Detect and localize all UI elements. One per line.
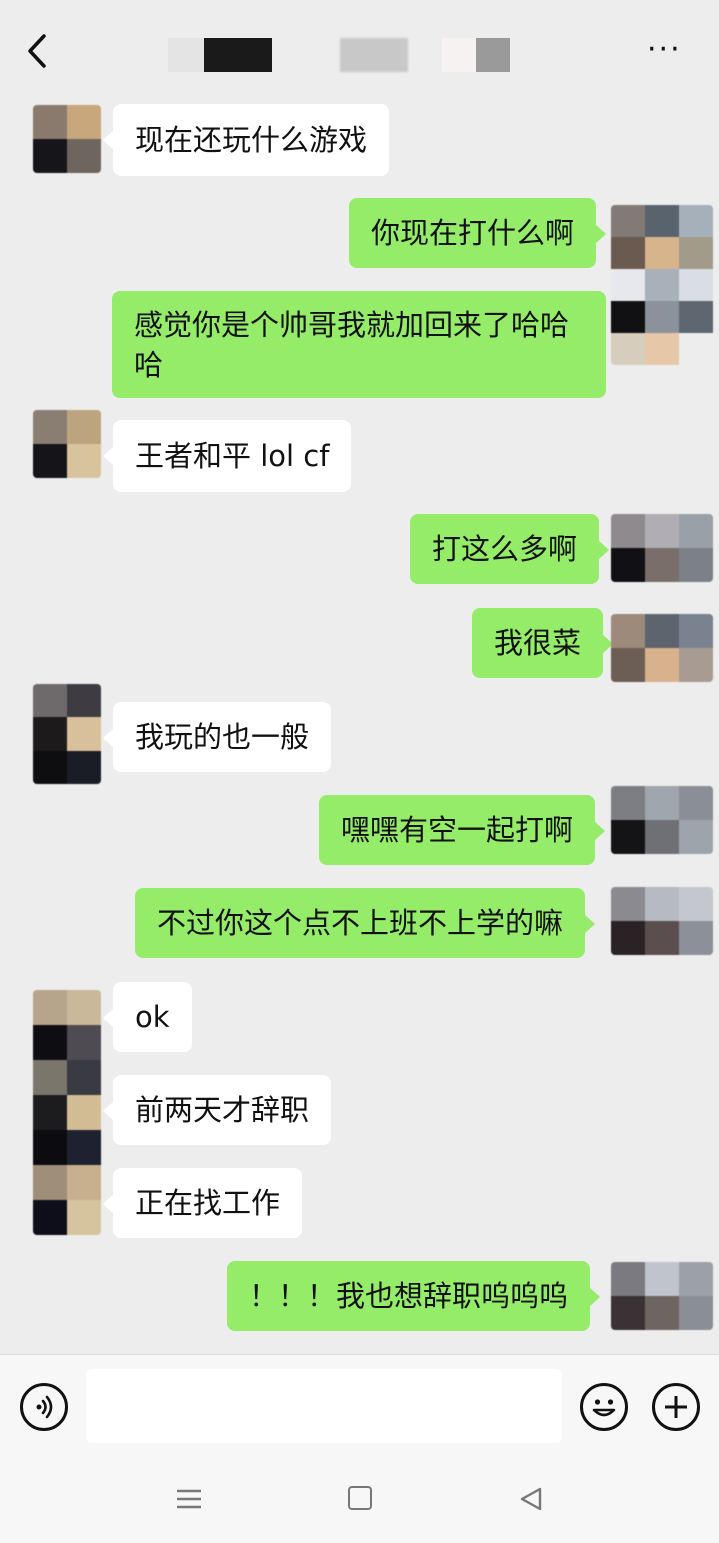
avatar[interactable] — [611, 614, 713, 682]
message-text: ok — [135, 1000, 170, 1034]
home-square-icon[interactable] — [348, 1486, 372, 1510]
message-bubble-outgoing[interactable]: 我很菜 — [472, 608, 614, 678]
chevron-left-icon[interactable] — [22, 32, 52, 70]
avatar[interactable] — [33, 990, 101, 1235]
message-bubble-outgoing[interactable]: 不过你这个点不上班不上学的嘛 — [135, 888, 596, 958]
message-bubble-outgoing[interactable]: 感觉你是个帅哥我就加回来了哈哈哈 — [112, 291, 606, 398]
message-bubble-incoming[interactable]: ok — [103, 982, 192, 1052]
message-bubble-outgoing[interactable]: 打这么多啊 — [410, 514, 610, 584]
message-bubble-incoming[interactable]: 我玩的也一般 — [102, 702, 332, 772]
plus-sign-icon — [665, 1396, 687, 1418]
voice-icon[interactable] — [20, 1383, 68, 1431]
message-text: 我玩的也一般 — [135, 720, 310, 754]
emoji-icon[interactable] — [580, 1383, 628, 1431]
message-text: 嘿嘿有空一起打啊 — [341, 813, 574, 847]
avatar[interactable] — [33, 105, 101, 173]
message-bubble-outgoing[interactable]: 嘿嘿有空一起打啊 — [319, 795, 606, 865]
avatar[interactable] — [611, 786, 713, 854]
message-text: ！！！我也想辞职呜呜呜 — [249, 1279, 569, 1313]
message-text: 王者和平 lol cf — [135, 439, 330, 473]
plus-icon[interactable] — [652, 1383, 700, 1431]
message-bubble-incoming[interactable]: 现在还玩什么游戏 — [102, 104, 390, 176]
system-navigation-bar — [0, 1458, 719, 1543]
avatar[interactable] — [611, 1262, 713, 1330]
message-text: 我很菜 — [494, 626, 582, 660]
message-bubble-incoming[interactable]: 前两天才辞职 — [102, 1075, 332, 1145]
input-bar — [0, 1354, 719, 1458]
message-text: 正在找工作 — [135, 1186, 281, 1220]
message-text: 前两天才辞职 — [135, 1093, 310, 1127]
menu-icon[interactable] — [176, 1488, 202, 1510]
message-input[interactable] — [86, 1369, 562, 1443]
avatar[interactable] — [611, 205, 713, 365]
message-bubble-outgoing[interactable]: 你现在打什么啊 — [349, 198, 607, 268]
message-text: 现在还玩什么游戏 — [135, 123, 368, 157]
avatar[interactable] — [33, 684, 101, 784]
more-options-button[interactable]: ··· — [647, 35, 687, 65]
message-text: 你现在打什么啊 — [371, 216, 575, 250]
voice-wave-icon — [36, 1395, 53, 1419]
message-text: 打这么多啊 — [432, 532, 578, 566]
smiley-face-icon — [592, 1399, 616, 1417]
avatar[interactable] — [611, 514, 713, 582]
message-bubble-incoming[interactable]: 王者和平 lol cf — [102, 420, 352, 492]
chat-header: ··· — [0, 0, 719, 100]
message-text: 感觉你是个帅哥我就加回来了哈哈哈 — [134, 308, 570, 382]
back-triangle-icon[interactable] — [518, 1486, 544, 1512]
message-bubble-incoming[interactable]: 正在找工作 — [102, 1168, 303, 1238]
contact-name-pixelated — [168, 38, 513, 72]
message-bubble-outgoing[interactable]: ！！！我也想辞职呜呜呜 — [227, 1261, 601, 1331]
avatar[interactable] — [33, 410, 101, 478]
message-text: 不过你这个点不上班不上学的嘛 — [157, 906, 564, 940]
avatar[interactable] — [611, 887, 713, 955]
